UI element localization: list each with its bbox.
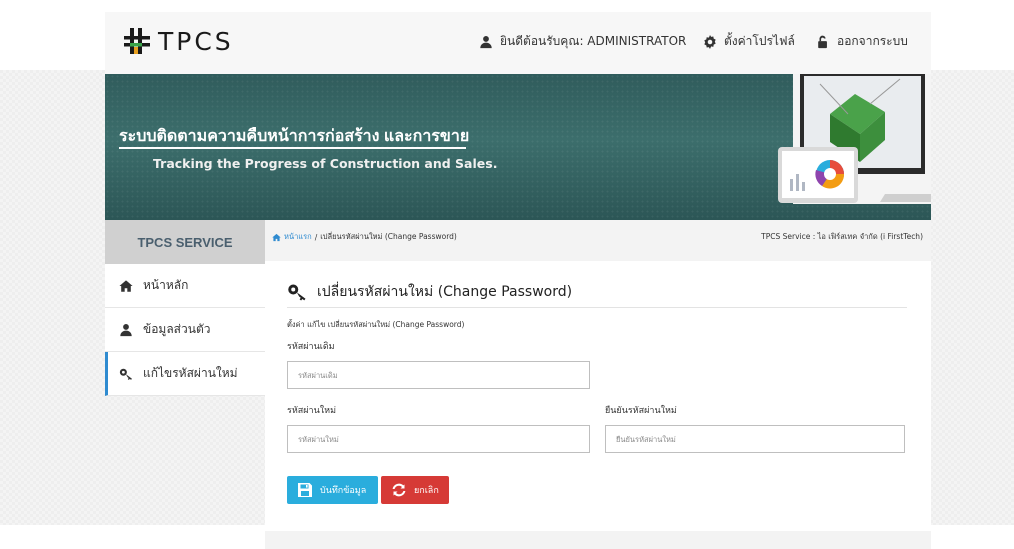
breadcrumb-bar: หน้าแรก / เปลี่ยนรหัสผ่านใหม่ (Change Pa… <box>265 220 931 261</box>
banner-title-thai: ระบบติดตามความคืบหน้าการก่อสร้าง และการข… <box>119 128 470 145</box>
sidebar-item-label: แก้ไขรหัสผ่านใหม่ <box>143 366 238 380</box>
sidebar: TPCS SERVICE หน้าหลัก ข้อมูลส่วนตัว แก้ไ… <box>105 220 265 396</box>
confirm-password-label: ยืนยันรหัสผ่านใหม่ <box>605 406 677 416</box>
save-button-label: บันทึกข้อมูล <box>320 486 367 496</box>
old-password-field[interactable] <box>287 361 590 389</box>
logo-text: TPCS <box>158 26 234 56</box>
user-icon <box>480 35 492 48</box>
breadcrumb: หน้าแรก / เปลี่ยนรหัสผ่านใหม่ (Change Pa… <box>272 231 457 243</box>
hero-banner: ระบบติดตามความคืบหน้าการก่อสร้าง และการข… <box>105 74 931 220</box>
main-content: หน้าแรก / เปลี่ยนรหัสผ่านใหม่ (Change Pa… <box>265 220 931 549</box>
change-password-card: เปลี่ยนรหัสผ่านใหม่ (Change Password) ตั… <box>265 261 931 531</box>
breadcrumb-home-link[interactable]: หน้าแรก <box>284 231 312 243</box>
breadcrumb-separator: / <box>314 232 318 242</box>
key-icon <box>119 368 132 380</box>
key-icon <box>288 284 306 301</box>
page-title-text: เปลี่ยนรหัสผ่านใหม่ (Change Password) <box>317 284 573 300</box>
logout-link[interactable]: ออกจากระบบ <box>816 32 908 51</box>
confirm-password-field[interactable] <box>605 425 905 453</box>
sidebar-item-profile[interactable]: ข้อมูลส่วนตัว <box>105 308 265 352</box>
new-password-field[interactable] <box>287 425 590 453</box>
profile-settings-label: ตั้งค่าโปรไฟล์ <box>724 34 795 48</box>
logo[interactable]: TPCS <box>122 26 234 56</box>
page-subtitle: ตั้งค่า แก้ไข เปลี่ยนรหัสผ่านใหม่ (Chang… <box>287 320 465 329</box>
cancel-button-label: ยกเลิก <box>414 486 439 496</box>
user-icon <box>120 323 132 336</box>
refresh-icon <box>392 483 406 497</box>
profile-settings-link[interactable]: ตั้งค่าโปรไฟล์ <box>703 32 795 51</box>
top-header: TPCS ยินดีต้อนรับคุณ: ADMINISTRATOR ตั้ง… <box>105 12 931 74</box>
cancel-button[interactable]: ยกเลิก <box>381 476 449 504</box>
page-title: เปลี่ยนรหัสผ่านใหม่ (Change Password) <box>287 281 572 303</box>
sidebar-item-home[interactable]: หน้าหลัก <box>105 264 265 308</box>
page-container: TPCS ยินดีต้อนรับคุณ: ADMINISTRATOR ตั้ง… <box>105 12 931 549</box>
logout-label: ออกจากระบบ <box>837 34 908 48</box>
old-password-label: รหัสผ่านเดิม <box>287 342 335 352</box>
device-illustration <box>778 74 931 204</box>
sidebar-title: TPCS SERVICE <box>105 220 265 264</box>
sidebar-item-change-password[interactable]: แก้ไขรหัสผ่านใหม่ <box>105 352 265 396</box>
logo-mark-icon <box>124 28 150 54</box>
new-password-label: รหัสผ่านใหม่ <box>287 406 336 416</box>
floppy-disk-icon <box>298 483 312 497</box>
home-icon <box>272 233 281 241</box>
sidebar-item-label: ข้อมูลส่วนตัว <box>143 322 211 336</box>
unlock-icon <box>818 35 827 48</box>
gear-icon <box>704 34 716 49</box>
title-divider <box>287 307 907 308</box>
banner-title-english: Tracking the Progress of Construction an… <box>153 156 498 171</box>
save-button[interactable]: บันทึกข้อมูล <box>287 476 378 504</box>
sidebar-item-label: หน้าหลัก <box>143 278 189 292</box>
welcome-user[interactable]: ยินดีต้อนรับคุณ: ADMINISTRATOR <box>479 32 686 51</box>
breadcrumb-current: เปลี่ยนรหัสผ่านใหม่ (Change Password) <box>320 232 457 241</box>
welcome-label: ยินดีต้อนรับคุณ: ADMINISTRATOR <box>500 34 687 48</box>
banner-divider <box>119 147 466 149</box>
company-info: TPCS Service : ไอ เฟิร์สเทค จำกัด (i Fir… <box>761 232 923 241</box>
home-icon <box>119 279 133 292</box>
